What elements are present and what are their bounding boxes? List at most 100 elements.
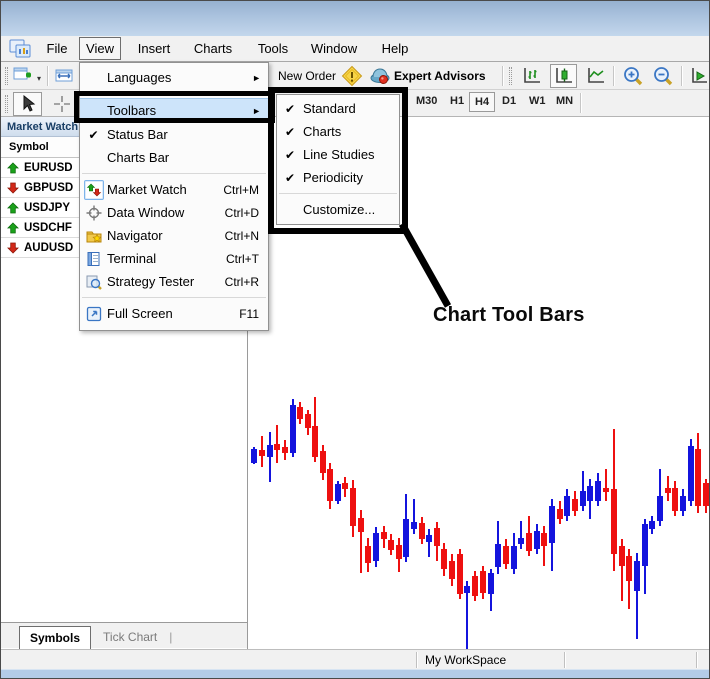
status-bar: My WorkSpace	[1, 649, 709, 669]
menu-item-terminal[interactable]: Terminal Ctrl+T	[80, 247, 268, 270]
submenu-item-label: Charts	[303, 124, 341, 139]
menu-separator	[82, 173, 266, 174]
timeframe-w1-button[interactable]: W1	[524, 92, 551, 110]
menu-item-data-window[interactable]: Data Window Ctrl+D	[80, 201, 268, 224]
check-icon: ✔	[277, 102, 303, 116]
menu-item-charts-bar[interactable]: Charts Bar	[80, 146, 268, 169]
full-screen-icon	[80, 306, 107, 322]
title-bar[interactable]	[1, 1, 709, 36]
menu-item-strategy-tester[interactable]: Strategy Tester Ctrl+R	[80, 270, 268, 293]
menu-separator	[82, 297, 266, 298]
menu-item-label: Status Bar	[107, 127, 268, 142]
submenu-item-standard[interactable]: ✔ Standard	[277, 97, 399, 120]
up-arrow-icon	[7, 202, 19, 214]
toolbar-separator	[681, 66, 682, 86]
toolbar-separator	[47, 66, 48, 86]
menu-item-label: Toolbars	[107, 103, 252, 118]
menu-item-market-watch[interactable]: Market Watch Ctrl+M	[80, 178, 268, 201]
toolbar-grip[interactable]	[5, 95, 8, 113]
cursor-tool-button[interactable]	[13, 92, 42, 116]
menu-item-label: Full Screen	[107, 306, 239, 321]
menu-shortcut: Ctrl+D	[225, 206, 268, 220]
submenu-item-label: Customize...	[303, 202, 375, 217]
menu-bar: File View Insert Charts Tools Window Hel…	[1, 36, 709, 62]
mt4-logo-icon	[9, 39, 33, 59]
expert-advisors-icon[interactable]	[369, 66, 391, 91]
symbol-name: USDJPY	[24, 202, 70, 214]
toolbar-grip[interactable]	[509, 67, 512, 85]
menu-item-label: Navigator	[107, 228, 225, 243]
submenu-item-label: Standard	[303, 101, 356, 116]
submenu-arrow-icon: ►	[252, 73, 268, 83]
strategy-tester-icon	[80, 274, 107, 290]
new-order-button[interactable]: New Order	[278, 69, 336, 83]
submenu-item-customize[interactable]: Customize...	[277, 198, 399, 221]
menu-shortcut: Ctrl+R	[225, 275, 268, 289]
timeframe-h1-button[interactable]: H1	[445, 92, 469, 110]
check-icon: ✔	[277, 125, 303, 139]
menu-item-label: Languages	[107, 70, 252, 85]
zoom-in-button[interactable]	[619, 64, 646, 88]
menu-tools[interactable]: Tools	[249, 37, 297, 60]
timeframe-d1-button[interactable]: D1	[497, 92, 521, 110]
annotation-label: Chart Tool Bars	[433, 304, 585, 327]
submenu-item-periodicity[interactable]: ✔ Periodicity	[277, 166, 399, 189]
menu-separator	[82, 93, 266, 94]
menu-shortcut: Ctrl+T	[226, 252, 268, 266]
crosshair-tool-button[interactable]	[47, 92, 76, 116]
new-chart-dropdown-caret-icon[interactable]: ▾	[37, 74, 41, 83]
menu-item-toolbars[interactable]: Toolbars ►	[80, 98, 268, 123]
up-arrow-icon	[7, 162, 19, 174]
tab-symbols[interactable]: Symbols	[19, 626, 91, 649]
menu-insert[interactable]: Insert	[129, 37, 179, 60]
menu-help[interactable]: Help	[373, 37, 417, 60]
statusbar-separator	[416, 652, 417, 668]
up-arrow-icon	[7, 222, 19, 234]
bar-chart-type-button[interactable]	[518, 64, 545, 88]
market-watch-tabs: Symbols Tick Chart |	[1, 622, 247, 648]
down-arrow-icon	[7, 242, 19, 254]
expert-advisors-button[interactable]: Expert Advisors	[394, 69, 486, 83]
down-arrow-icon	[7, 182, 19, 194]
profiles-button[interactable]	[52, 64, 76, 88]
mt4-window: File View Insert Charts Tools Window Hel…	[0, 0, 710, 679]
menu-item-full-screen[interactable]: Full Screen F11	[80, 302, 268, 325]
menu-item-navigator[interactable]: Navigator Ctrl+N	[80, 224, 268, 247]
menu-item-label: Data Window	[107, 205, 225, 220]
check-icon: ✔	[80, 128, 107, 142]
statusbar-separator	[564, 652, 565, 668]
candlestick-chart-type-button[interactable]	[550, 64, 577, 88]
timeframe-mn-button[interactable]: MN	[551, 92, 578, 110]
tab-tick-chart[interactable]: Tick Chart	[91, 626, 169, 648]
timeframe-m30-button[interactable]: M30	[411, 92, 442, 110]
zoom-out-button[interactable]	[649, 64, 676, 88]
workspace-status[interactable]: My WorkSpace	[425, 653, 506, 667]
view-menu-dropdown: Languages ► Toolbars ► ✔ Status Bar Char…	[79, 62, 269, 331]
menu-item-status-bar[interactable]: ✔ Status Bar	[80, 123, 268, 146]
toolbars-submenu: ✔ Standard ✔ Charts ✔ Line Studies ✔ Per…	[276, 94, 400, 225]
submenu-item-line-studies[interactable]: ✔ Line Studies	[277, 143, 399, 166]
terminal-icon	[80, 251, 107, 267]
symbol-name: USDCHF	[24, 222, 72, 234]
tab-divider: |	[169, 630, 172, 648]
alert-diamond-icon[interactable]	[341, 65, 363, 92]
menu-file[interactable]: File	[35, 37, 79, 60]
timeframe-h4-button[interactable]: H4	[469, 92, 495, 112]
check-icon: ✔	[277, 148, 303, 162]
statusbar-separator	[696, 652, 697, 668]
menu-view[interactable]: View	[79, 37, 121, 60]
toolbar-separator	[580, 93, 581, 113]
toolbar-grip[interactable]	[5, 67, 8, 85]
toolbar-separator	[502, 66, 503, 86]
submenu-item-label: Periodicity	[303, 170, 363, 185]
submenu-item-charts[interactable]: ✔ Charts	[277, 120, 399, 143]
symbol-name: EURUSD	[24, 162, 73, 174]
menu-item-label: Charts Bar	[107, 150, 268, 165]
menu-item-label: Terminal	[107, 251, 226, 266]
line-chart-type-button[interactable]	[582, 64, 609, 88]
menu-window[interactable]: Window	[303, 37, 365, 60]
auto-scroll-button[interactable]	[687, 64, 710, 88]
new-chart-button[interactable]	[11, 64, 35, 88]
menu-charts[interactable]: Charts	[185, 37, 241, 60]
menu-item-languages[interactable]: Languages ►	[80, 66, 268, 89]
